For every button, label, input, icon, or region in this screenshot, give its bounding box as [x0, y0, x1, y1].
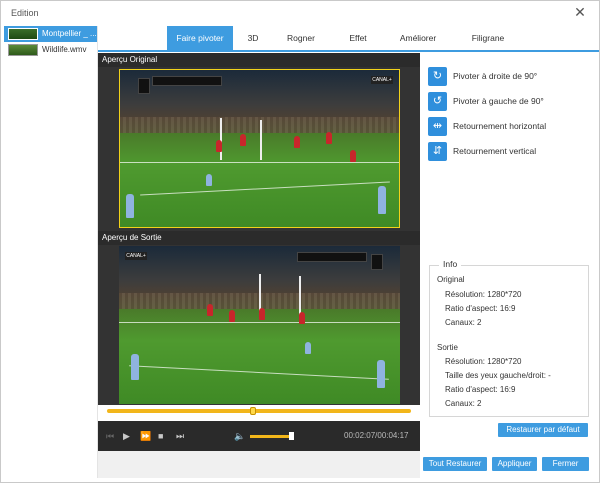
- scoreboard: [152, 76, 222, 86]
- flip-vertical-label[interactable]: Retournement vertical: [453, 146, 536, 156]
- rotate-left-option[interactable]: ↺ Pivoter à gauche de 90°: [428, 90, 598, 114]
- output-eye-size: Taille des yeux gauche/droit: -: [445, 371, 551, 380]
- file-name: Montpellier _ ...: [42, 29, 97, 38]
- close-button[interactable]: Fermer: [542, 457, 589, 471]
- player: [207, 304, 213, 316]
- rotate-options: ↻ Pivoter à droite de 90° ↺ Pivoter à ga…: [428, 65, 598, 165]
- player: [216, 140, 222, 152]
- rotate-right-icon[interactable]: ↻: [428, 67, 447, 86]
- scoreboard: [297, 252, 367, 262]
- next-icon[interactable]: ⏭: [176, 430, 184, 442]
- video-image: [119, 246, 400, 404]
- play-icon[interactable]: ▶: [123, 430, 130, 442]
- score-badge: [138, 78, 150, 94]
- player: [229, 310, 235, 322]
- tab-crop[interactable]: Rogner: [278, 26, 324, 50]
- channel-logo: CANAL+: [371, 76, 393, 84]
- original-title: Original: [437, 275, 465, 284]
- edit-window: Edition ✕ Montpellier _ ... Wildlife.wmv…: [0, 0, 600, 483]
- timeline-seek-bar[interactable]: [107, 407, 411, 415]
- restore-default-button[interactable]: Restaurer par défaut: [498, 423, 588, 437]
- flip-horizontal-label[interactable]: Retournement horizontal: [453, 121, 546, 131]
- player: [259, 308, 265, 320]
- file-item-montpellier[interactable]: Montpellier _ ...: [4, 26, 97, 42]
- player: [377, 360, 385, 388]
- output-video-frame: CANAL+: [119, 246, 400, 404]
- title-bar: Edition ✕: [1, 1, 599, 25]
- volume-slider[interactable]: [250, 435, 292, 438]
- flip-horizontal-option[interactable]: ⇹ Retournement horizontal: [428, 115, 598, 139]
- player: [206, 174, 212, 186]
- original-preview-label: Aperçu Original: [98, 53, 420, 67]
- player: [350, 150, 356, 162]
- flip-vertical-option[interactable]: ⇵ Retournement vertical: [428, 140, 598, 164]
- output-resolution: Résolution: 1280*720: [445, 357, 522, 366]
- player: [131, 354, 139, 380]
- flip-vertical-icon[interactable]: ⇵: [428, 142, 447, 161]
- rotate-left-label[interactable]: Pivoter à gauche de 90°: [453, 96, 544, 106]
- previous-icon[interactable]: ⏮: [106, 430, 114, 442]
- original-aspect-ratio: Ratio d'aspect: 16:9: [445, 304, 516, 313]
- goal-post: [220, 118, 222, 160]
- seek-handle[interactable]: [249, 407, 256, 415]
- player: [378, 186, 386, 214]
- file-item-wildlife[interactable]: Wildlife.wmv: [4, 42, 97, 58]
- time-display: 00:02:07/00:04:17: [344, 431, 409, 440]
- pitch-line: [119, 322, 400, 323]
- tab-rotate[interactable]: Faire pivoter: [167, 26, 233, 50]
- apply-button[interactable]: Appliquer: [492, 457, 537, 471]
- rotate-right-label[interactable]: Pivoter à droite de 90°: [453, 71, 537, 81]
- player: [326, 132, 332, 144]
- goal-post: [260, 120, 262, 160]
- output-channels: Canaux: 2: [445, 399, 482, 408]
- stop-icon[interactable]: ■: [158, 430, 163, 442]
- player: [305, 342, 311, 354]
- output-aspect-ratio: Ratio d'aspect: 16:9: [445, 385, 516, 394]
- volume-handle[interactable]: [289, 432, 295, 440]
- tab-watermark[interactable]: Filigrane: [464, 26, 512, 50]
- flip-horizontal-icon[interactable]: ⇹: [428, 117, 447, 136]
- output-preview-label: Aperçu de Sortie: [98, 231, 420, 245]
- close-icon[interactable]: ✕: [573, 5, 587, 19]
- original-video-frame[interactable]: CANAL+: [119, 69, 400, 228]
- player: [240, 134, 246, 146]
- rotate-left-icon[interactable]: ↺: [428, 92, 447, 111]
- tab-3d[interactable]: 3D: [238, 26, 268, 50]
- output-title: Sortie: [437, 343, 458, 352]
- file-name: Wildlife.wmv: [42, 45, 87, 54]
- volume-icon[interactable]: 🔈: [234, 430, 245, 442]
- tab-enhance[interactable]: Améliorer: [392, 26, 444, 50]
- goal-post: [299, 276, 301, 316]
- info-legend: Info: [439, 259, 462, 269]
- player: [299, 312, 305, 324]
- restore-all-button[interactable]: Tout Restaurer: [423, 457, 487, 471]
- original-resolution: Résolution: 1280*720: [445, 290, 522, 299]
- info-panel: [429, 265, 589, 417]
- player: [126, 194, 134, 218]
- channel-logo: CANAL+: [125, 252, 147, 260]
- edit-tabs: Faire pivoter 3D Rogner Effet Améliorer …: [98, 26, 599, 52]
- player: [294, 136, 300, 148]
- video-thumbnail: [8, 44, 38, 56]
- tab-effect[interactable]: Effet: [340, 26, 376, 50]
- video-thumbnail: [8, 28, 38, 40]
- rotate-right-option[interactable]: ↻ Pivoter à droite de 90°: [428, 65, 598, 89]
- file-list: Montpellier _ ... Wildlife.wmv: [4, 26, 98, 478]
- pitch-line: [120, 162, 399, 163]
- playback-controls: ⏮ ▶ ⏩ ■ ⏭ 🔈 00:02:07/00:04:17: [98, 421, 420, 451]
- preview-footer: [98, 451, 420, 478]
- score-badge: [371, 254, 383, 270]
- original-channels: Canaux: 2: [445, 318, 482, 327]
- window-title: Edition: [11, 8, 39, 18]
- fast-forward-icon[interactable]: ⏩: [140, 430, 151, 442]
